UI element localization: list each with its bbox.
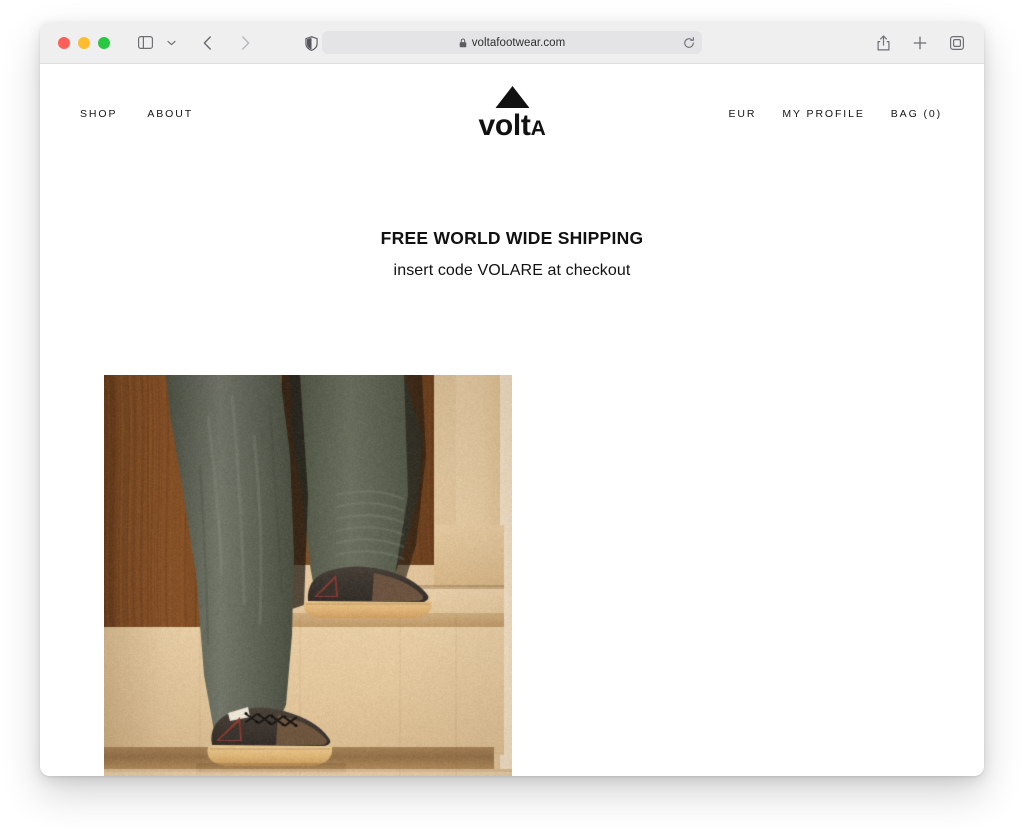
logo-wordmark: voltA — [478, 111, 545, 141]
chevron-left-icon[interactable] — [194, 31, 220, 55]
triangle-icon — [495, 86, 529, 108]
logo-wordmark-main: volt — [478, 109, 530, 142]
shield-half-icon[interactable] — [298, 31, 324, 55]
plus-icon[interactable] — [907, 31, 933, 55]
promo-banner: FREE WORLD WIDE SHIPPING insert code VOL… — [40, 228, 984, 280]
tab-overview-icon[interactable] — [944, 31, 970, 55]
nav-link-about[interactable]: ABOUT — [147, 108, 193, 120]
nav-link-currency[interactable]: EUR — [728, 108, 756, 120]
chevron-down-icon[interactable] — [158, 31, 184, 55]
promo-subline: insert code VOLARE at checkout — [40, 262, 984, 280]
nav-link-shop[interactable]: SHOP — [80, 108, 117, 120]
privacy-report-button[interactable] — [298, 31, 324, 55]
navigation-controls — [194, 31, 258, 55]
toolbar-right-actions — [870, 31, 970, 55]
site-logo[interactable]: voltA — [478, 86, 545, 141]
browser-toolbar: voltafootwear.com — [40, 22, 984, 64]
address-bar[interactable]: voltafootwear.com — [322, 31, 702, 54]
close-window-button[interactable] — [58, 37, 70, 49]
hero-image-canvas — [104, 375, 512, 776]
chevron-right-icon[interactable] — [232, 31, 258, 55]
logo-wordmark-tail: A — [531, 117, 546, 140]
window-controls — [58, 37, 110, 49]
primary-nav: SHOP ABOUT — [80, 108, 193, 120]
maximize-window-button[interactable] — [98, 37, 110, 49]
share-icon[interactable] — [870, 31, 896, 55]
reload-icon[interactable] — [683, 37, 695, 49]
nav-link-bag[interactable]: BAG (0) — [891, 108, 942, 120]
utility-nav: EUR MY PROFILE BAG (0) — [728, 108, 942, 120]
url-text: voltafootwear.com — [472, 37, 566, 49]
page-content: SHOP ABOUT voltA EUR MY PROFILE BAG (0) … — [40, 64, 984, 776]
promo-headline: FREE WORLD WIDE SHIPPING — [40, 228, 984, 249]
sidebar-icon[interactable] — [132, 31, 158, 55]
sidebar-controls — [132, 31, 184, 55]
nav-link-my-profile[interactable]: MY PROFILE — [782, 108, 864, 120]
lock-icon — [459, 38, 467, 48]
browser-window: voltafootwear.com SHOP ABOUT voltA EUR M… — [40, 22, 984, 776]
hero-image[interactable] — [104, 375, 512, 776]
minimize-window-button[interactable] — [78, 37, 90, 49]
site-header: SHOP ABOUT voltA EUR MY PROFILE BAG (0) — [40, 64, 984, 174]
